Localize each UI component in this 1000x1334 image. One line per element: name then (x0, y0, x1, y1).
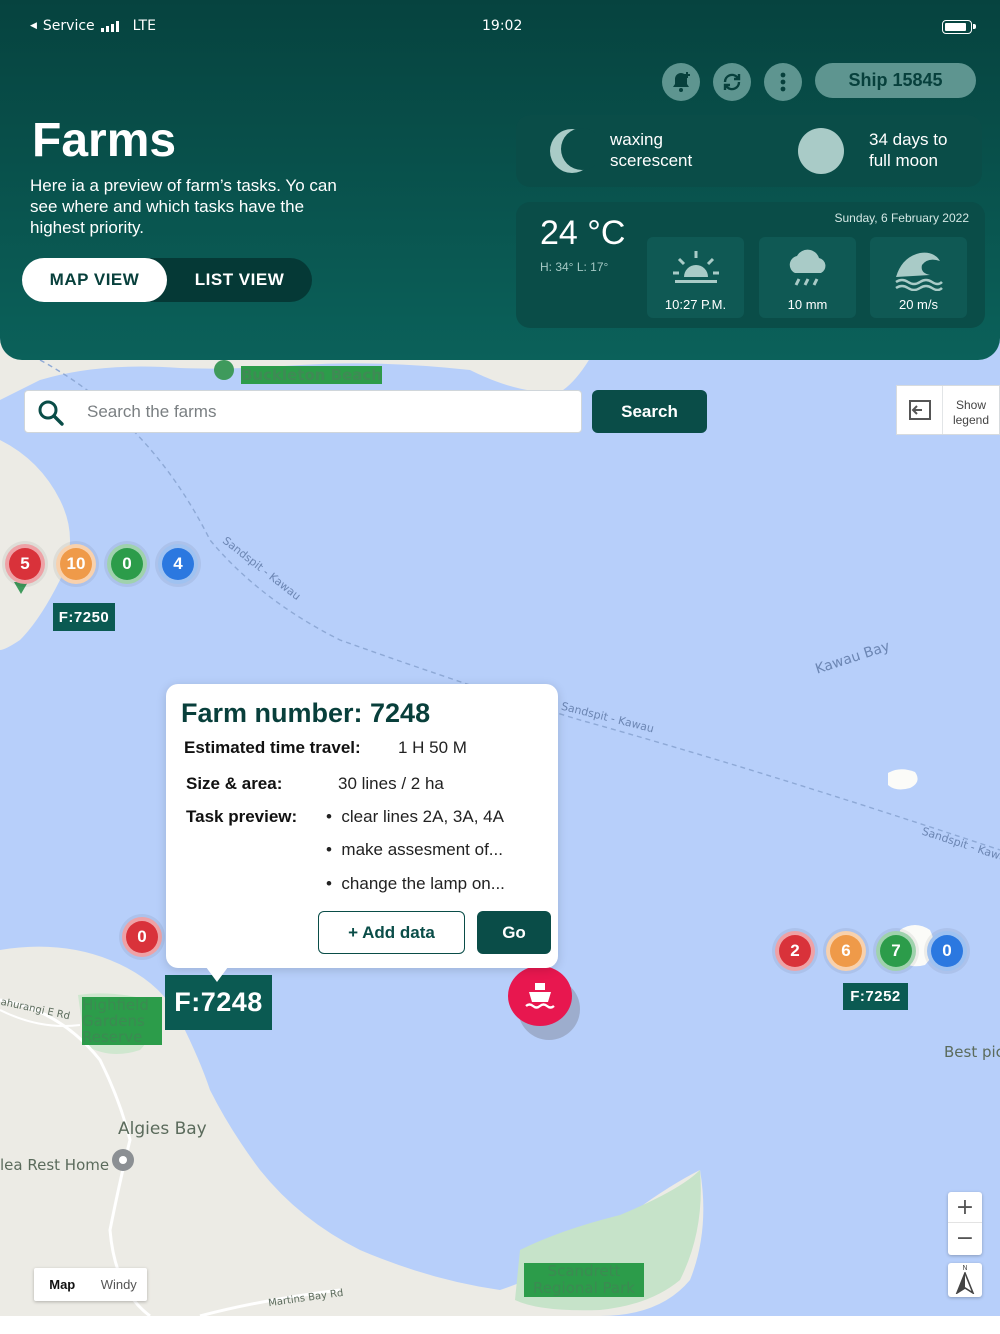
place-rest-home: lea Rest Home (0, 1156, 110, 1174)
header-panel: ◀ Service LTE 19:02 Ship 15845 Farms Her… (0, 0, 1000, 360)
farm-7250-red-count[interactable]: 5 (5, 544, 45, 584)
zoom-in-button[interactable]: + (948, 1192, 982, 1223)
wave-tile: 20 m/s (870, 237, 967, 318)
wave-icon (895, 252, 943, 291)
task-text: change the lamp on... (341, 874, 505, 893)
farm-7250-blue-count[interactable]: 4 (158, 544, 198, 584)
map-type-map[interactable]: Map (34, 1268, 91, 1301)
full-moon-icon (798, 128, 844, 174)
search-input[interactable] (87, 391, 567, 432)
sunset-icon (673, 251, 719, 283)
more-vertical-icon[interactable] (764, 63, 802, 101)
rain-icon (789, 249, 826, 286)
size-label: Size & area: (186, 774, 283, 793)
view-toggle: MAP VIEW LIST VIEW (22, 258, 312, 302)
signal-icon (100, 20, 119, 32)
weather-card: 24 °C H: 34° L: 17° Sunday, 6 February 2… (516, 202, 985, 328)
ship-marker[interactable] (508, 966, 572, 1026)
travel-value: 1 H 50 M (398, 738, 467, 757)
page-description: Here ia a preview of farm’s tasks. Yo ca… (30, 176, 337, 237)
farm-7252-blue-count[interactable]: 0 (927, 931, 967, 971)
zoom-control: + − (948, 1192, 982, 1255)
size-value: 30 lines / 2 ha (338, 774, 444, 793)
farm-7252-red-count[interactable]: 2 (775, 931, 815, 971)
farm-7248-red-count[interactable]: 0 (122, 917, 162, 957)
task-item: • clear lines 2A, 3A, 4A (326, 807, 504, 826)
page-title: Farms (32, 114, 177, 167)
search-icon (38, 400, 64, 426)
popup-title: Farm number: 7248 (181, 698, 431, 728)
legend-expand-icon (897, 386, 943, 434)
map-view-button[interactable]: MAP VIEW (22, 258, 167, 302)
farm-7250-orange-count[interactable]: 10 (56, 544, 96, 584)
sync-icon[interactable] (713, 63, 751, 101)
rain-tile: 10 mm (759, 237, 856, 318)
search-button[interactable]: Search (592, 390, 707, 433)
task-text: make assesment of... (341, 840, 503, 859)
bottom-bar (0, 1316, 1000, 1334)
add-data-button[interactable]: + Add data (318, 911, 465, 954)
wind-value: 20 m/s (898, 297, 938, 312)
task-text: clear lines 2A, 3A, 4A (341, 807, 504, 826)
farm-7252-green-count[interactable]: 7 (876, 931, 916, 971)
sunset-value: 10:27 P.M. (664, 297, 727, 312)
compass-button[interactable]: N (948, 1263, 982, 1297)
place-best-pic: Best pic (944, 1043, 1000, 1061)
high-low: H: 34° L: 17° (540, 260, 609, 274)
place-highfield-gardens: Highfield Gardens Reserve (82, 997, 162, 1045)
ship-selector-button[interactable]: Ship 15845 (815, 63, 976, 98)
rain-value: 10 mm (787, 297, 828, 312)
map-type-windy[interactable]: Windy (91, 1268, 148, 1301)
travel-label: Estimated time travel: (184, 738, 361, 757)
show-legend-button[interactable]: Show legend (896, 385, 1000, 435)
temperature: 24 °C (540, 214, 626, 252)
moon-card: waxing scerescent 34 days to full moon (516, 115, 982, 187)
full-moon-countdown: 34 days to full moon (869, 130, 948, 170)
list-view-button[interactable]: LIST VIEW (167, 258, 312, 302)
tasks-label: Task preview: (186, 807, 298, 826)
sunset-tile: 10:27 P.M. (647, 237, 744, 318)
back-arrow-icon: ◀ (30, 21, 37, 31)
network-label: LTE (132, 18, 156, 34)
go-button[interactable]: Go (477, 911, 551, 954)
carrier-label: Service (42, 18, 95, 34)
crescent-moon-icon (550, 128, 596, 173)
farm-7250-green-count[interactable]: 0 (107, 544, 147, 584)
legend-label: Show legend (952, 398, 990, 427)
status-bar: ◀ Service LTE 19:02 (0, 18, 1000, 38)
farm-7252-orange-count[interactable]: 6 (826, 931, 866, 971)
farm-tag-7250[interactable]: F:7250 (53, 603, 115, 631)
compass-north-label: N (962, 1264, 968, 1272)
farm-popup: Farm number: 7248 Estimated time travel:… (166, 684, 558, 982)
place-algies-bay: Algies Bay (118, 1119, 207, 1139)
ship-icon (525, 983, 555, 1009)
farm-tag-7252[interactable]: F:7252 (843, 983, 908, 1010)
zoom-out-button[interactable]: − (948, 1223, 982, 1254)
task-item: • make assesment of... (326, 840, 503, 859)
moon-phase-text: waxing scerescent (610, 130, 693, 170)
battery-icon (942, 20, 976, 34)
bell-plus-icon[interactable] (662, 63, 700, 101)
farm-tag-7248[interactable]: F:7248 (165, 975, 272, 1030)
search-box (24, 390, 582, 433)
place-buckleton-beach: Buckleton Beach (241, 366, 382, 384)
map-type-switch: Map Windy (34, 1268, 147, 1301)
status-time: 19:02 (482, 18, 523, 34)
place-scandrett-park: Scandrett Regional Park (524, 1263, 644, 1297)
task-item: • change the lamp on... (326, 874, 505, 893)
weather-date: Sunday, 6 February 2022 (834, 211, 969, 225)
compass-icon (955, 1272, 975, 1294)
